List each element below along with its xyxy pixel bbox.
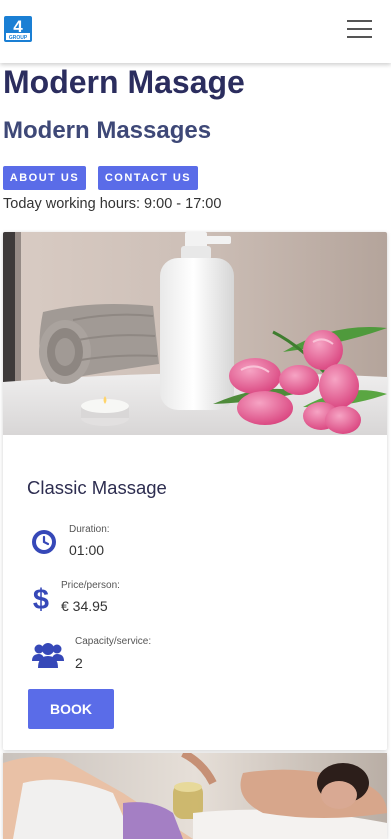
users-icon — [32, 643, 64, 668]
service-image — [3, 232, 387, 435]
service-title: Classic Massage — [27, 477, 167, 498]
hamburger-icon[interactable] — [347, 19, 372, 39]
svg-text:$: $ — [33, 584, 49, 613]
price-value: € 34.95 — [61, 598, 108, 614]
service-image-partial — [3, 753, 387, 839]
about-us-button[interactable]: ABOUT US — [3, 166, 86, 190]
dollar-icon: $ — [33, 584, 49, 613]
duration-value: 01:00 — [69, 542, 105, 558]
price-label: Price/person: — [61, 580, 120, 591]
book-button[interactable]: BOOK — [28, 689, 114, 729]
duration-label: Duration: — [69, 524, 110, 535]
clock-icon — [32, 530, 56, 554]
logo-text: 4 — [13, 17, 23, 36]
page-title: Modern Masage — [3, 64, 245, 100]
logo-subtext: GROUP — [9, 35, 28, 41]
service-card: Classic Massage Duration: 01:00 $ Price/… — [3, 232, 387, 750]
page-subtitle: Modern Massages — [3, 117, 212, 144]
top-navbar: 4 GROUP — [0, 0, 391, 63]
service-card-partial — [3, 753, 387, 839]
working-hours-text: Today working hours: 9:00 - 17:00 — [3, 196, 222, 212]
capacity-value: 2 — [75, 655, 83, 671]
contact-us-button[interactable]: CONTACT US — [98, 166, 198, 190]
brand-logo[interactable]: 4 GROUP — [4, 16, 32, 42]
capacity-label: Capacity/service: — [75, 636, 152, 647]
